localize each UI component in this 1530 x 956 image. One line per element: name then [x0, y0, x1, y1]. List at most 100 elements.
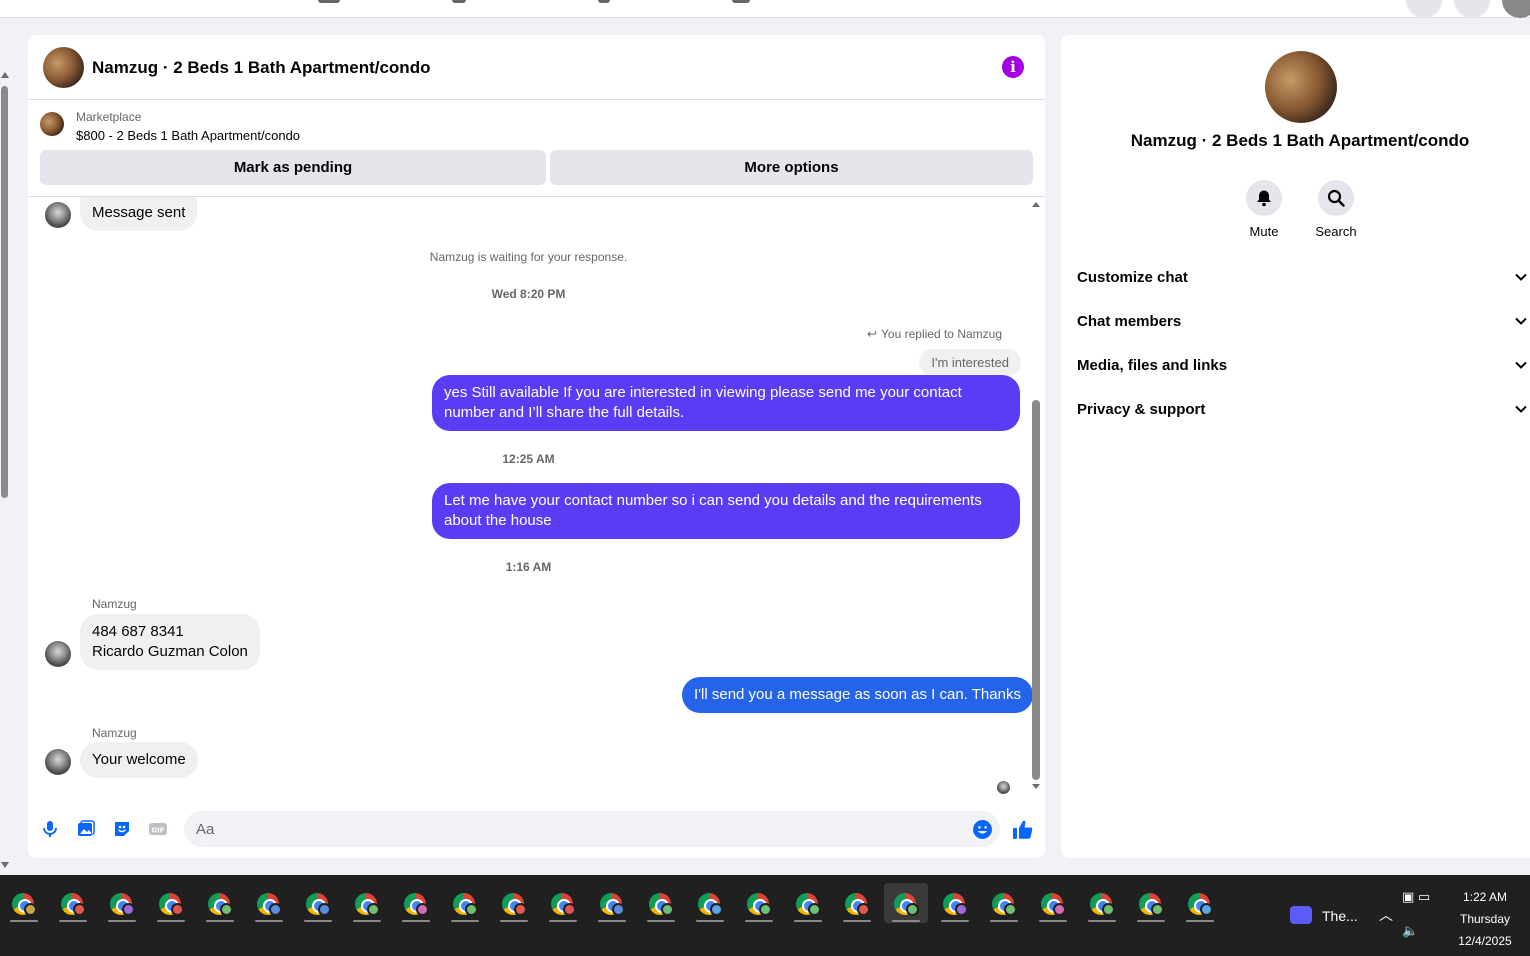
- scrollbar-thumb[interactable]: [1, 86, 8, 498]
- meet-now-icon[interactable]: ▣ ▭: [1402, 889, 1430, 905]
- zoom-app-label[interactable]: The...: [1322, 908, 1358, 924]
- sender-avatar[interactable]: [45, 641, 71, 667]
- outgoing-message[interactable]: yes Still available If you are intereste…: [432, 375, 1020, 431]
- scroll-down-arrow[interactable]: [1, 862, 9, 868]
- outgoing-message[interactable]: Let me have your contact number so i can…: [432, 483, 1020, 539]
- listing-thumbnail[interactable]: [40, 112, 64, 136]
- page-scrollbar[interactable]: [0, 70, 10, 870]
- mute-action[interactable]: Mute: [1224, 180, 1304, 239]
- mute-button[interactable]: [1246, 180, 1282, 216]
- taskbar-clock[interactable]: 1:22 AM Thursday 12/4/2025: [1440, 886, 1530, 952]
- menu-icon[interactable]: [1406, 0, 1442, 18]
- listing-avatar-large[interactable]: [1265, 51, 1337, 123]
- chrome-taskbar-icon[interactable]: [688, 883, 732, 923]
- incoming-message[interactable]: 484 687 8341 Ricardo Guzman Colon: [80, 614, 260, 670]
- gif-icon[interactable]: GIF: [148, 819, 168, 839]
- chrome-taskbar-icon[interactable]: [1031, 883, 1075, 923]
- profile-badge-icon: [1004, 903, 1017, 916]
- chrome-taskbar-icon[interactable]: [394, 883, 438, 923]
- chrome-taskbar-icon[interactable]: [639, 883, 683, 923]
- chevron-down-icon: [1515, 317, 1527, 325]
- chat-title[interactable]: Namzug · 2 Beds 1 Bath Apartment/condo: [92, 58, 430, 78]
- chrome-taskbar-icon[interactable]: [247, 883, 291, 923]
- search-action[interactable]: Search: [1296, 180, 1376, 239]
- media-files-links-section[interactable]: Media, files and links: [1077, 345, 1529, 385]
- chrome-taskbar-icon[interactable]: [492, 883, 536, 923]
- sender-avatar[interactable]: [45, 749, 71, 775]
- nav-groups-icon[interactable]: [732, 0, 750, 3]
- photo-icon[interactable]: [76, 819, 96, 839]
- profile-badge-icon: [1151, 903, 1164, 916]
- running-indicator: [353, 920, 381, 922]
- microphone-icon[interactable]: [40, 819, 60, 839]
- listing-avatar[interactable]: [43, 47, 84, 88]
- chrome-taskbar-icon[interactable]: [884, 883, 928, 923]
- profile-badge-icon: [563, 903, 576, 916]
- running-indicator: [255, 920, 283, 922]
- message-input[interactable]: [184, 811, 964, 847]
- show-hidden-icons-icon[interactable]: ︿: [1379, 905, 1393, 925]
- info-icon[interactable]: i: [1002, 56, 1024, 78]
- chrome-taskbar-icon[interactable]: [296, 883, 340, 923]
- outgoing-message[interactable]: I'll send you a message as soon as I can…: [682, 677, 1033, 713]
- thumbs-up-icon[interactable]: [1011, 818, 1035, 842]
- message-line: 484 687 8341: [92, 623, 184, 640]
- scroll-down-arrow[interactable]: [1032, 784, 1040, 789]
- message-input-wrapper[interactable]: [184, 811, 1000, 847]
- profile-badge-icon: [24, 903, 37, 916]
- search-button[interactable]: [1318, 180, 1354, 216]
- marketplace-label: Marketplace: [76, 110, 142, 124]
- chrome-taskbar-icon[interactable]: [51, 883, 95, 923]
- chrome-taskbar-icon[interactable]: [198, 883, 242, 923]
- message-list: Message sent Namzug is waiting for your …: [28, 197, 1045, 794]
- scrollbar-thumb[interactable]: [1032, 400, 1040, 780]
- customize-chat-section[interactable]: Customize chat: [1077, 257, 1529, 297]
- profile-badge-icon: [465, 903, 478, 916]
- running-indicator: [1039, 920, 1067, 922]
- chrome-taskbar-icon[interactable]: [590, 883, 634, 923]
- sender-avatar[interactable]: [45, 202, 71, 228]
- nav-marketplace-icon[interactable]: [598, 0, 610, 3]
- chrome-taskbar-icon[interactable]: [541, 883, 585, 923]
- messenger-icon[interactable]: [1454, 0, 1490, 18]
- emoji-icon[interactable]: [972, 819, 993, 840]
- volume-icon[interactable]: 🔈: [1402, 923, 1430, 939]
- chrome-taskbar-icon[interactable]: [933, 883, 977, 923]
- more-options-button[interactable]: More options: [550, 150, 1033, 185]
- profile-badge-icon: [661, 903, 674, 916]
- chrome-taskbar-icon[interactable]: [1080, 883, 1124, 923]
- incoming-message[interactable]: Message sent: [80, 197, 198, 231]
- chrome-taskbar-icon[interactable]: [443, 883, 487, 923]
- timestamp: 12:25 AM: [502, 452, 555, 466]
- listing-price[interactable]: $800 - 2 Beds 1 Bath Apartment/condo: [76, 128, 300, 143]
- chrome-taskbar-icon[interactable]: [737, 883, 781, 923]
- chrome-taskbar-icon[interactable]: [345, 883, 389, 923]
- profile-badge-icon: [955, 903, 968, 916]
- chrome-taskbar-icon[interactable]: [835, 883, 879, 923]
- incoming-message[interactable]: Your welcome: [80, 742, 198, 778]
- nav-home-icon[interactable]: [318, 0, 340, 3]
- scroll-up-arrow[interactable]: [1, 72, 9, 78]
- profile-badge-icon: [514, 903, 527, 916]
- chrome-taskbar-icon[interactable]: [100, 883, 144, 923]
- chrome-taskbar-icon[interactable]: [149, 883, 193, 923]
- scroll-up-arrow[interactable]: [1032, 202, 1040, 207]
- chrome-taskbar-icon[interactable]: [1178, 883, 1222, 923]
- profile-avatar[interactable]: [1502, 0, 1530, 18]
- privacy-support-section[interactable]: Privacy & support: [1077, 389, 1529, 429]
- chrome-taskbar-icon[interactable]: [1129, 883, 1173, 923]
- nav-video-icon[interactable]: [452, 0, 466, 3]
- zoom-app-icon[interactable]: [1290, 906, 1312, 924]
- timestamp: 1:16 AM: [505, 560, 552, 574]
- chrome-taskbar-icon[interactable]: [982, 883, 1026, 923]
- chat-members-section[interactable]: Chat members: [1077, 301, 1529, 341]
- quoted-message[interactable]: I'm interested: [919, 349, 1021, 376]
- system-tray[interactable]: ▣ ▭ 🔈: [1402, 889, 1430, 939]
- search-icon: [1327, 189, 1345, 207]
- running-indicator: [647, 920, 675, 922]
- chrome-taskbar-icon[interactable]: [786, 883, 830, 923]
- mark-as-pending-button[interactable]: Mark as pending: [40, 150, 546, 185]
- message-scrollbar[interactable]: [1031, 200, 1041, 792]
- sticker-icon[interactable]: [112, 819, 132, 839]
- chrome-taskbar-icon[interactable]: [2, 883, 46, 923]
